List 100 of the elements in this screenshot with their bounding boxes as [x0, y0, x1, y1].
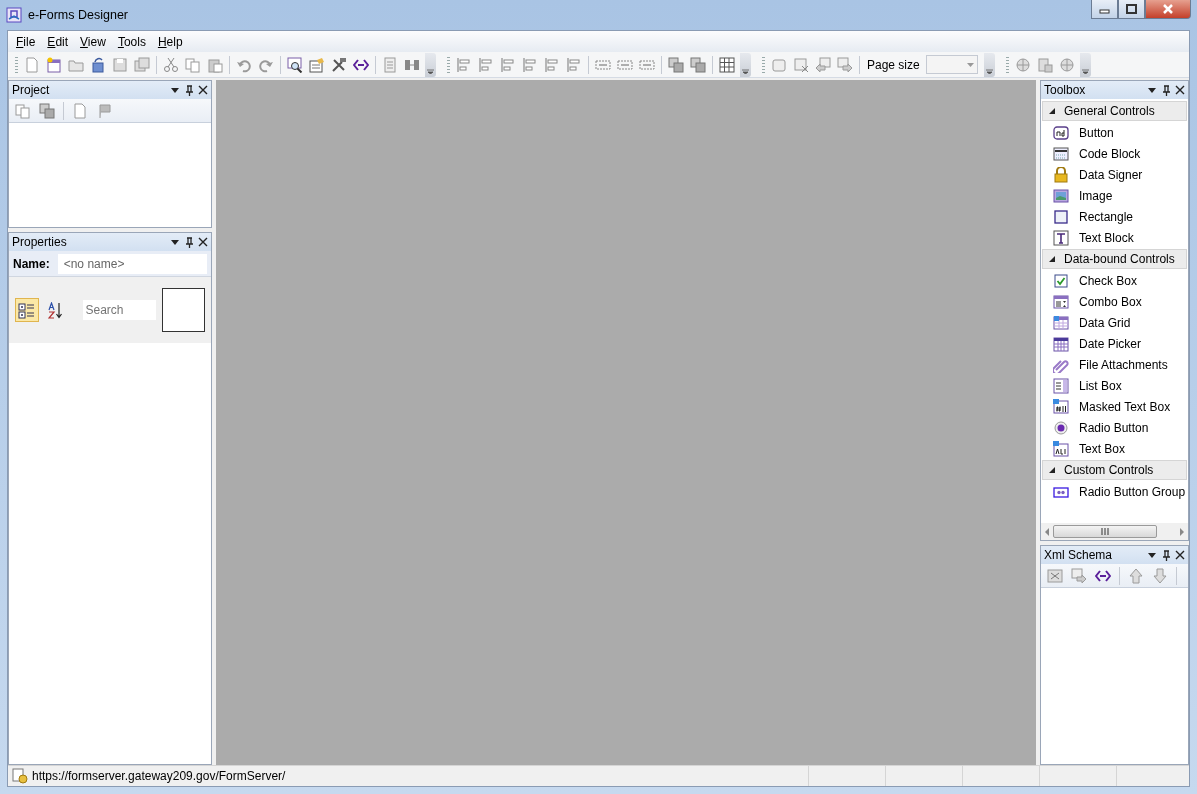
toolbar-overflow-button[interactable]	[983, 52, 995, 77]
collapse-triangle-icon	[1049, 107, 1056, 115]
toolbox-item[interactable]: Text Box	[1041, 438, 1188, 459]
toolbox-item[interactable]: Combo Box	[1041, 291, 1188, 312]
rectangle-icon	[1053, 208, 1069, 225]
picture-icon	[1053, 187, 1069, 204]
save-icon	[112, 56, 128, 73]
pin-icon	[1161, 84, 1171, 96]
align-icon	[456, 56, 472, 73]
close-icon	[1162, 3, 1174, 15]
page-back-icon	[815, 56, 831, 73]
preview-icon	[287, 56, 303, 73]
new-form-icon	[46, 56, 62, 73]
maximize-button[interactable]	[1118, 0, 1145, 19]
categorized-button[interactable]	[15, 298, 39, 322]
page-size-dropdown[interactable]	[925, 55, 978, 74]
toolbox-item[interactable]: Code Block	[1041, 143, 1188, 164]
paste-icon	[207, 56, 223, 73]
toolbox-item[interactable]: Radio Button	[1041, 417, 1188, 438]
toolbox-item[interactable]: Data Grid	[1041, 312, 1188, 333]
close-button[interactable]	[1175, 84, 1185, 96]
toolbox-item[interactable]: Radio Button Group	[1041, 481, 1188, 502]
close-icon	[198, 84, 208, 96]
toolbar-overflow-button[interactable]	[425, 52, 436, 77]
scroll-right-icon	[1179, 527, 1185, 536]
toolbar-overflow-button[interactable]	[1079, 52, 1091, 77]
stack-button[interactable]	[665, 54, 687, 75]
combo-box-icon	[1053, 293, 1069, 310]
toolbar-overflow-button[interactable]	[740, 52, 751, 77]
toolbox-item[interactable]: Text Block	[1041, 227, 1188, 248]
toolbox-item[interactable]: Rectangle	[1041, 206, 1188, 227]
panel-title: Project	[12, 82, 50, 99]
letter-t-icon	[1053, 229, 1069, 246]
toolbox-item[interactable]: Data Signer	[1041, 164, 1188, 185]
toolbox-group-header[interactable]: Custom Controls	[1042, 460, 1187, 480]
toolbox-item[interactable]: List Box	[1041, 375, 1188, 396]
window-title: e-Forms Designer	[28, 6, 129, 24]
pin-button[interactable]	[1161, 549, 1171, 561]
toolbox-item[interactable]: File Attachments	[1041, 354, 1188, 375]
close-button[interactable]	[198, 84, 208, 96]
new-document-icon	[72, 102, 88, 119]
collapse-triangle-icon	[1049, 255, 1056, 263]
copy-icon	[185, 56, 201, 73]
toolbox-item[interactable]: Button	[1041, 122, 1188, 143]
new-document-icon	[24, 56, 40, 73]
toolbox-group-title: Data-bound Controls	[1064, 251, 1175, 268]
pin-icon	[184, 84, 194, 96]
menu-item[interactable]: Tools	[111, 31, 152, 52]
text-field-icon	[1053, 440, 1069, 457]
close-button[interactable]	[198, 236, 208, 248]
list-icon	[1053, 377, 1069, 394]
menu-item[interactable]: Help	[151, 31, 189, 52]
dropdown-arrow-icon	[966, 62, 974, 67]
grid-icon	[719, 56, 735, 73]
form-properties-icon	[309, 56, 325, 73]
status-url: https://formserver.gateway209.gov/FormServer/	[32, 768, 286, 785]
align-icon	[500, 56, 516, 73]
stack-button[interactable]	[687, 54, 709, 75]
toolbox-item[interactable]: Masked Text Box	[1041, 396, 1188, 417]
save-all-button[interactable]	[131, 54, 153, 75]
close-icon	[1175, 549, 1185, 561]
menu-item[interactable]: File	[10, 31, 42, 52]
save-all-icon	[134, 56, 150, 73]
scroll-grip-icon	[1101, 528, 1109, 535]
close-button[interactable]	[1175, 549, 1185, 561]
pin-button[interactable]	[184, 84, 194, 96]
flag-icon	[96, 102, 112, 119]
menu-item[interactable]: View	[74, 31, 112, 52]
preview-box	[161, 288, 205, 332]
windows-button[interactable]	[36, 100, 58, 121]
server-page-icon	[12, 768, 28, 784]
import-icon	[1071, 567, 1087, 584]
masked-field-icon	[1053, 398, 1069, 415]
horizontal-scrollbar[interactable]	[1041, 523, 1188, 540]
toolbox-item[interactable]: Date Picker	[1041, 333, 1188, 354]
pin-button[interactable]	[184, 236, 194, 248]
panel-title: Properties	[12, 234, 67, 251]
pin-icon	[184, 236, 194, 248]
name-field[interactable]: <no name>	[57, 253, 207, 274]
menu-item[interactable]: Edit	[41, 31, 75, 52]
move-down-icon	[1152, 567, 1168, 584]
align-icon	[522, 56, 538, 73]
toolbox-item[interactable]: Check Box	[1041, 270, 1188, 291]
page-size-label: Page size	[866, 56, 921, 74]
panel-title: Toolbox	[1044, 82, 1086, 99]
toolbox-group-title: Custom Controls	[1064, 462, 1154, 479]
pin-button[interactable]	[1161, 84, 1171, 96]
align-icon	[478, 56, 494, 73]
padlock-icon	[1053, 166, 1069, 183]
toolbox-item[interactable]: Image	[1041, 185, 1188, 206]
toolbox-group-header[interactable]: Data-bound Controls	[1042, 249, 1187, 269]
radio-icon	[1053, 419, 1069, 436]
move-up-icon	[1128, 567, 1144, 584]
document-icon	[382, 56, 398, 73]
button-control-icon	[1053, 124, 1069, 141]
minimize-button[interactable]	[1091, 0, 1118, 19]
categorized-icon	[18, 301, 36, 319]
grid-button[interactable]	[716, 54, 738, 75]
search-field[interactable]: Search	[82, 300, 156, 320]
toolbox-group-header[interactable]: General Controls	[1042, 101, 1187, 121]
